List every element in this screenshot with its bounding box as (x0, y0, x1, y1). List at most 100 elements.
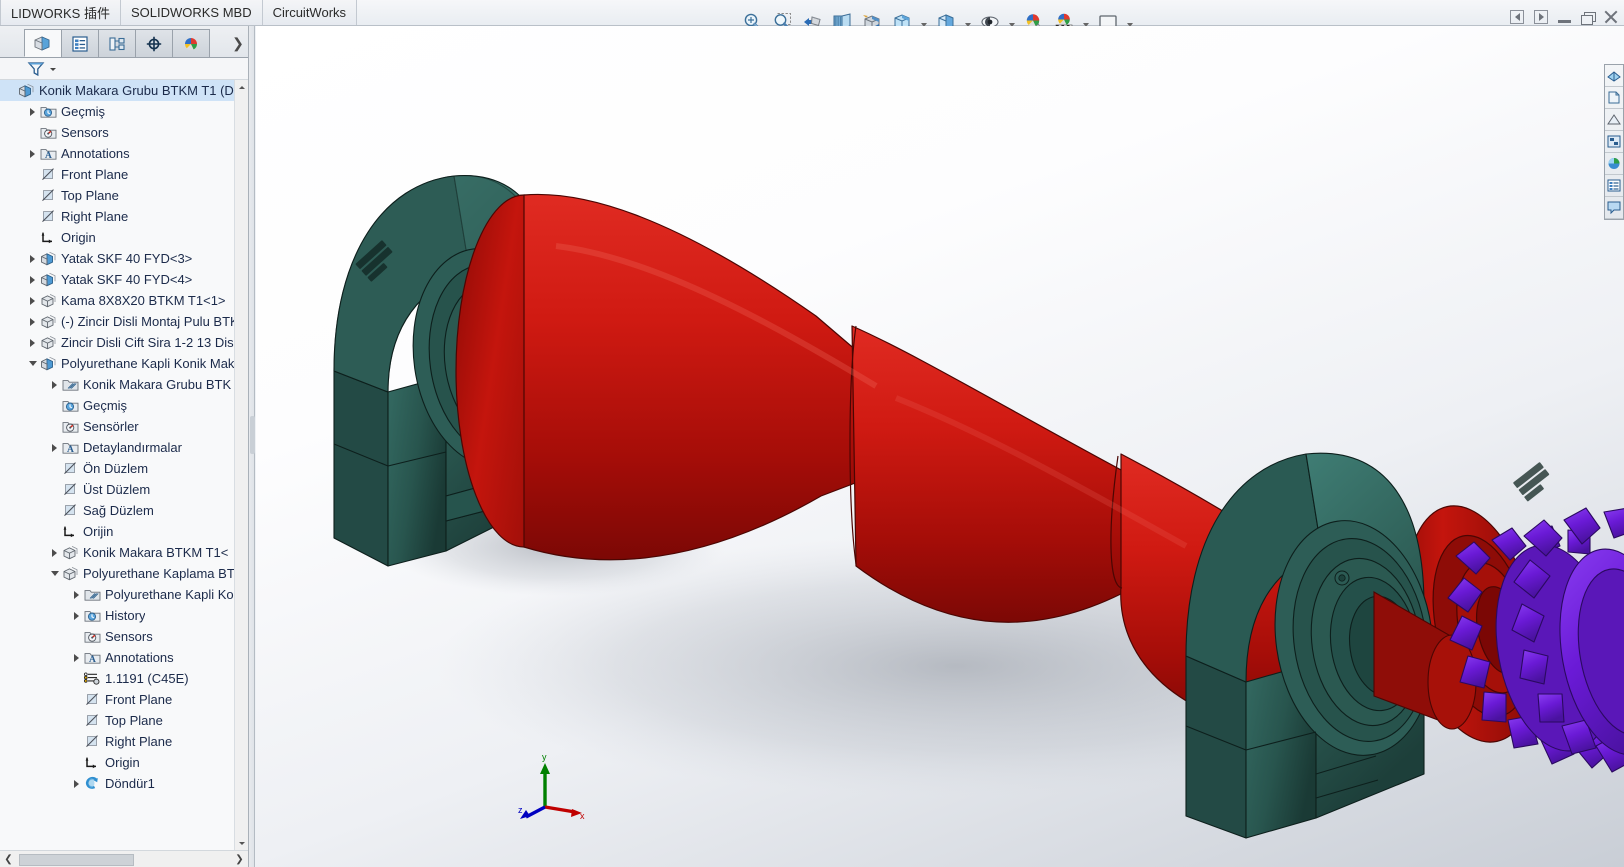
close-button[interactable] (1604, 10, 1618, 24)
hide-show-icon[interactable] (1605, 109, 1623, 131)
tree-node[interactable]: Üst Düzlem (0, 479, 234, 500)
expander-collapsed-icon[interactable] (70, 584, 83, 605)
scene-icon[interactable] (1605, 153, 1623, 175)
expander-expanded-icon[interactable] (26, 353, 39, 374)
expander-collapsed-icon[interactable] (70, 605, 83, 626)
tab-configuration-manager[interactable] (98, 29, 136, 57)
tree-node-label: Detaylandırmalar (83, 440, 182, 455)
tree-node[interactable]: Sensors (0, 626, 234, 647)
scroll-left-arrow[interactable]: ❮ (0, 851, 17, 867)
tree-node-label: Sensörler (83, 419, 139, 434)
tree-node[interactable]: (-) Zincir Disli Montaj Pulu BTK (0, 311, 234, 332)
tab-solidworks-addins[interactable]: LIDWORKS 插件 (0, 0, 121, 25)
tree-node[interactable]: A Annotations (0, 647, 234, 668)
tree-node[interactable]: Konik Makara Grubu BTKM T1 (D (0, 80, 234, 101)
tree-node[interactable]: Polyurethane Kapli Ko (0, 584, 234, 605)
expander-collapsed-icon[interactable] (26, 311, 39, 332)
tree-node[interactable]: Front Plane (0, 689, 234, 710)
display-style-shaded-icon[interactable] (1605, 87, 1623, 109)
scroll-up-arrow[interactable] (235, 80, 248, 95)
tree-node-label: Polyurethane Kapli Konik Mak (61, 356, 234, 371)
tree-node[interactable]: A Annotations (0, 143, 234, 164)
panel-splitter[interactable] (249, 26, 255, 867)
tab-circuitworks[interactable]: CircuitWorks (262, 0, 358, 25)
sensors-folder-icon (83, 628, 102, 645)
tree-node-label: Origin (61, 230, 96, 245)
tab-solidworks-mbd[interactable]: SOLIDWORKS MBD (120, 0, 263, 25)
splitter-grip[interactable] (250, 416, 255, 454)
tree-node[interactable]: Yatak SKF 40 FYD<4> (0, 269, 234, 290)
tree-node[interactable]: Right Plane (0, 731, 234, 752)
tree-node[interactable]: Origin (0, 227, 234, 248)
expander-collapsed-icon[interactable] (26, 290, 39, 311)
triad-x-label: x (580, 811, 585, 819)
next-document-icon[interactable] (1534, 10, 1548, 24)
expander-expanded-icon[interactable] (48, 563, 61, 584)
tree-node[interactable]: 1.1191 (C45E) (0, 668, 234, 689)
filter-icon[interactable] (26, 60, 48, 78)
tree-node[interactable]: Sensors (0, 122, 234, 143)
expander-collapsed-icon[interactable] (70, 647, 83, 668)
tree-node[interactable]: Right Plane (0, 206, 234, 227)
tree-node[interactable]: Polyurethane Kapli Konik Mak (0, 353, 234, 374)
expander-collapsed-icon[interactable] (26, 248, 39, 269)
tree-node[interactable]: Ön Düzlem (0, 458, 234, 479)
expander-collapsed-icon[interactable] (70, 773, 83, 794)
hscroll-track[interactable] (17, 853, 231, 866)
minimize-button[interactable] (1558, 19, 1571, 23)
expander-collapsed-icon[interactable] (26, 332, 39, 353)
display-pane-icon[interactable] (1605, 175, 1623, 197)
annotations-folder-icon: A (83, 649, 102, 666)
filter-caret-icon[interactable] (49, 65, 57, 73)
tree-node[interactable]: Sensörler (0, 416, 234, 437)
tree-node[interactable]: Zincir Disli Cift Sira 1-2 13 Dis (0, 332, 234, 353)
tree-node[interactable]: Top Plane (0, 185, 234, 206)
tree-node[interactable]: Konik Makara BTKM T1< (0, 542, 234, 563)
annotations-folder-icon: A (39, 145, 58, 162)
tree-node[interactable]: Geçmiş (0, 395, 234, 416)
tree-node[interactable]: Origin (0, 752, 234, 773)
tree-node[interactable]: Kama 8X8X20 BTKM T1<1> (0, 290, 234, 311)
tree-node[interactable]: Geçmiş (0, 101, 234, 122)
tree-node[interactable]: A Detaylandırmalar (0, 437, 234, 458)
tree-node[interactable]: Front Plane (0, 164, 234, 185)
tree-node[interactable]: Orijin (0, 521, 234, 542)
comment-icon[interactable] (1605, 197, 1623, 219)
material-icon (83, 670, 102, 687)
graphics-area[interactable]: y x z (256, 26, 1624, 867)
cad-model-view (333, 174, 1624, 839)
tab-feature-manager-tree[interactable] (24, 29, 62, 57)
scroll-down-arrow[interactable] (235, 835, 248, 850)
origin-icon (61, 523, 80, 540)
tree-node[interactable]: Top Plane (0, 710, 234, 731)
scroll-right-arrow[interactable]: ❯ (231, 851, 248, 867)
sensors-folder-icon (39, 124, 58, 141)
tree-node[interactable]: History (0, 605, 234, 626)
feature-tree-vertical-scrollbar[interactable] (234, 80, 248, 850)
tree-node[interactable]: Döndür1 (0, 773, 234, 794)
restore-button[interactable] (1581, 11, 1596, 25)
tree-node[interactable]: Polyurethane Kaplama BT (0, 563, 234, 584)
hscroll-thumb[interactable] (19, 853, 134, 866)
expander-collapsed-icon[interactable] (48, 437, 61, 458)
tab-property-manager[interactable] (61, 29, 99, 57)
expander-collapsed-icon[interactable] (26, 143, 39, 164)
tab-dimxpert-manager[interactable] (135, 29, 173, 57)
feature-tree[interactable]: Konik Makara Grubu BTKM T1 (D Geçmiş Senso… (0, 80, 248, 850)
view-orientation-icon[interactable] (1605, 65, 1623, 87)
expander-collapsed-icon[interactable] (48, 542, 61, 563)
feature-tree-horizontal-scrollbar[interactable]: ❮ ❯ (0, 850, 248, 867)
tab-display-manager[interactable] (172, 29, 210, 57)
appearance-icon[interactable] (1605, 131, 1623, 153)
expander-collapsed-icon[interactable] (26, 101, 39, 122)
expander-collapsed-icon[interactable] (48, 374, 61, 395)
feature-manager-more-tabs[interactable]: ❯ (228, 29, 248, 57)
previous-document-icon[interactable] (1510, 10, 1524, 24)
expander-collapsed-icon[interactable] (26, 269, 39, 290)
tree-node[interactable]: Yatak SKF 40 FYD<3> (0, 248, 234, 269)
tree-node[interactable]: Konik Makara Grubu BTK (0, 374, 234, 395)
tree-node-label: Annotations (61, 146, 130, 161)
tree-node[interactable]: Sağ Düzlem (0, 500, 234, 521)
